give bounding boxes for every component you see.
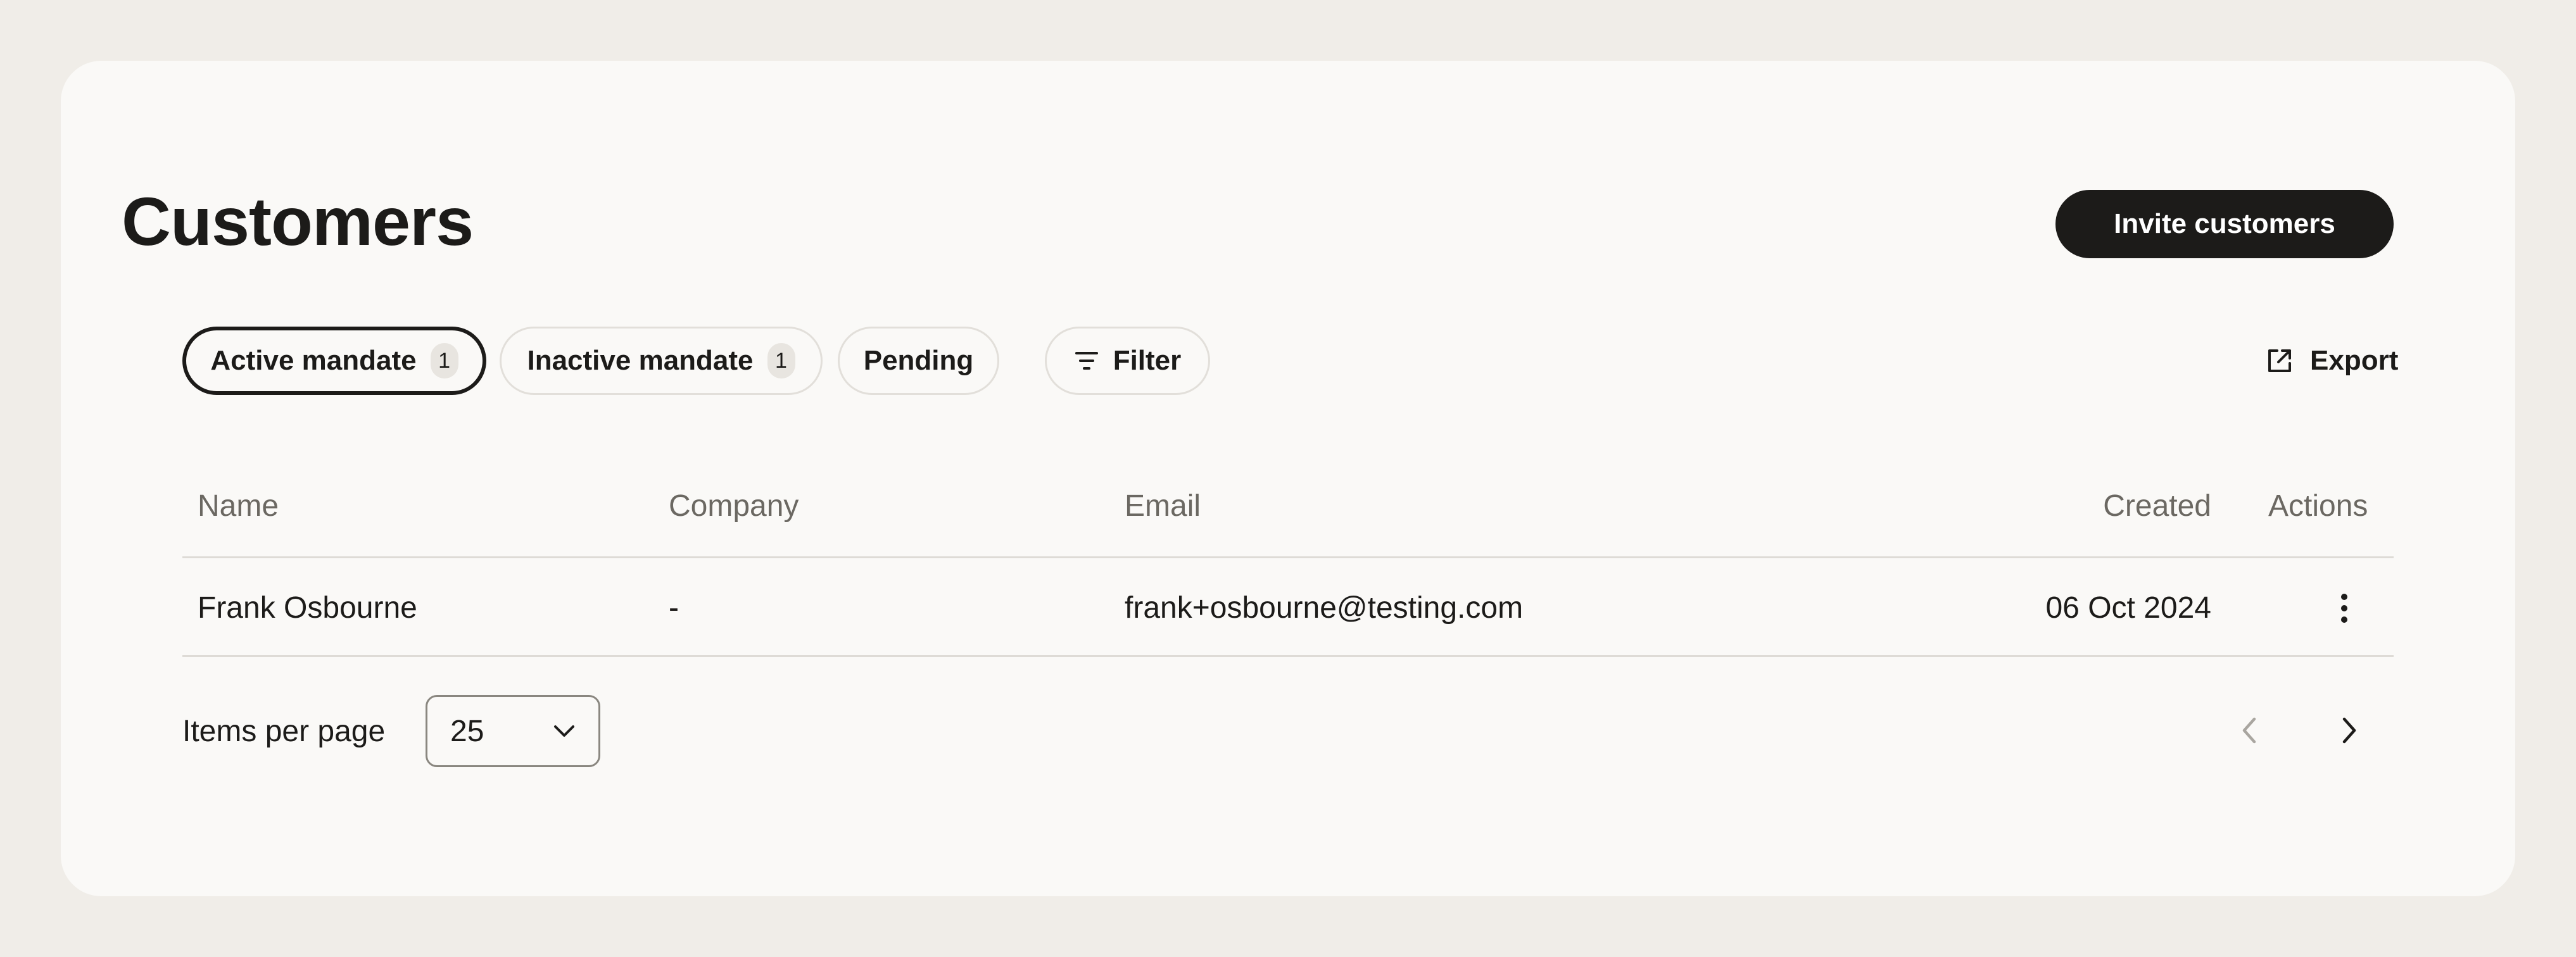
header-divider [182,556,2394,558]
items-per-page-select[interactable]: 25 [426,695,600,767]
row-divider [182,655,2394,657]
page-title: Customers [122,183,474,260]
customer-created-date: 06 Oct 2024 [2045,591,2211,625]
column-header-created[interactable]: Created [2103,487,2211,525]
chevron-down-icon [554,725,574,737]
tab-active-mandate[interactable]: Active mandate 1 [182,327,486,395]
export-button[interactable]: Export [2266,341,2398,381]
column-header-name[interactable]: Name [198,487,279,525]
column-header-actions: Actions [2268,489,2368,523]
external-link-icon [2268,349,2291,372]
tab-label: Active mandate [210,345,417,376]
chevron-right-icon [2342,717,2356,744]
items-per-page-value: 25 [450,714,484,748]
items-per-page-label: Items per page [182,715,386,748]
count-badge: 1 [430,343,458,378]
filter-button[interactable]: Filter [1045,327,1210,395]
more-vertical-icon[interactable] [2337,591,2352,625]
export-label: Export [2310,345,2399,376]
column-header-email[interactable]: Email [1125,487,1201,525]
customer-email: frank+osbourne@testing.com [1125,591,1524,625]
previous-page-button[interactable] [2230,711,2268,749]
tab-label: Pending [863,345,974,376]
count-badge: 1 [767,343,795,378]
filter-label: Filter [1113,345,1182,376]
customer-company: - [669,591,679,625]
customer-name[interactable]: Frank Osbourne [198,589,417,627]
chevron-left-icon [2242,717,2256,744]
invite-customers-button[interactable]: Invite customers [2055,190,2394,258]
tab-inactive-mandate[interactable]: Inactive mandate 1 [500,327,823,395]
filter-icon [1075,352,1098,370]
tab-label: Inactive mandate [527,345,754,376]
next-page-button[interactable] [2330,711,2368,749]
tab-pending[interactable]: Pending [838,327,999,395]
column-header-company[interactable]: Company [669,487,799,525]
